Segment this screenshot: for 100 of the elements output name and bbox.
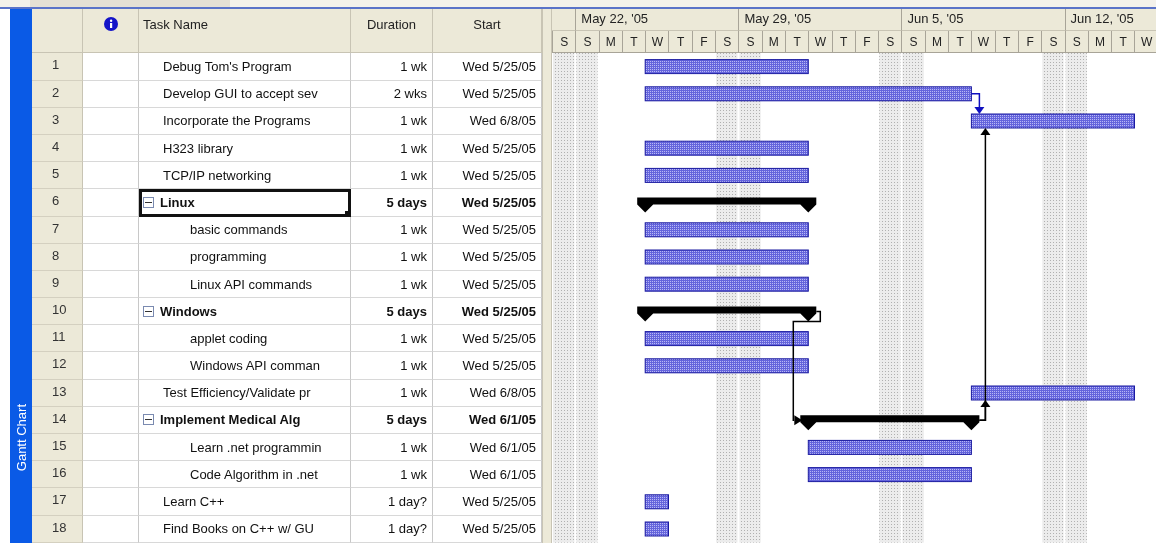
indicator-cell — [83, 406, 139, 435]
collapse-icon[interactable] — [143, 414, 154, 426]
task-name-cell[interactable]: H323 library — [139, 134, 351, 163]
duration-cell: 1 wk — [351, 134, 433, 163]
row-number[interactable]: 6 — [32, 189, 83, 217]
indicator-cell — [83, 107, 139, 135]
task-name-cell[interactable]: Learn C++ — [139, 488, 351, 516]
row-number[interactable]: 12 — [32, 352, 83, 380]
task-name-cell[interactable]: Code Algorithm in .net — [139, 461, 351, 489]
task-name-cell[interactable]: Test Efficiency/Validate pr — [139, 379, 351, 407]
row-number[interactable]: 4 — [32, 134, 83, 163]
column-header[interactable]: Start — [433, 9, 542, 54]
indicator-cell — [83, 243, 139, 271]
task-bar[interactable] — [644, 331, 809, 347]
indicators-header[interactable] — [83, 9, 139, 54]
duration-cell: 2 wks — [351, 80, 433, 108]
row-number[interactable]: 7 — [32, 216, 83, 244]
task-bar[interactable] — [644, 277, 809, 293]
column-header[interactable]: Task Name — [139, 9, 351, 54]
indicator-cell — [83, 434, 139, 462]
summary-bar[interactable] — [637, 306, 817, 322]
duration-cell: 1 wk — [351, 352, 433, 380]
day-label: W — [1134, 31, 1156, 54]
summary-bar[interactable] — [637, 198, 817, 213]
duration-cell: 1 wk — [351, 107, 433, 135]
task-bar[interactable] — [644, 494, 669, 510]
row-number[interactable]: 11 — [32, 325, 83, 353]
task-name-cell[interactable]: Linux — [139, 189, 351, 217]
indicator-cell — [83, 488, 139, 516]
indicator-cell — [83, 216, 139, 244]
day-label: S — [901, 31, 925, 54]
task-name-cell[interactable]: TCP/IP networking — [139, 162, 351, 190]
day-label: T — [784, 31, 809, 54]
indicator-cell — [83, 515, 139, 543]
row-number[interactable]: 3 — [32, 107, 83, 135]
task-name-cell[interactable]: programming — [139, 243, 351, 271]
duration-cell: 5 days — [351, 298, 433, 326]
indicator-cell — [83, 298, 139, 326]
view-bar[interactable]: Gantt Chart — [10, 9, 32, 543]
day-label: S — [552, 31, 576, 54]
row-number[interactable]: 15 — [32, 434, 83, 462]
task-name-cell[interactable]: Windows API comman — [139, 352, 351, 380]
row-number[interactable]: 9 — [32, 270, 83, 299]
day-label: S — [575, 31, 599, 54]
week-label: Jun 5, '05 — [901, 9, 1065, 32]
task-name-cell[interactable]: Learn .net programmin — [139, 434, 351, 462]
row-number[interactable]: 2 — [32, 80, 83, 108]
row-number[interactable]: 10 — [32, 298, 83, 326]
indicator-cell — [83, 189, 139, 217]
row-number[interactable]: 16 — [32, 461, 83, 489]
task-name-cell[interactable]: Incorporate the Programs — [139, 107, 351, 135]
duration-cell: 1 wk — [351, 461, 433, 489]
day-label: S — [715, 31, 739, 54]
task-name-cell[interactable]: applet coding — [139, 325, 351, 353]
task-name-cell[interactable]: Windows — [139, 298, 351, 326]
day-label: S — [738, 31, 762, 54]
row-number[interactable]: 14 — [32, 406, 83, 435]
day-label: S — [1064, 31, 1088, 54]
row-number[interactable]: 18 — [32, 515, 83, 543]
day-label: M — [1087, 31, 1112, 54]
task-name-cell[interactable]: Implement Medical Alg — [139, 406, 351, 435]
duration-cell: 1 wk — [351, 243, 433, 271]
day-label: F — [854, 31, 879, 54]
row-number[interactable]: 8 — [32, 243, 83, 271]
view-label: Gantt Chart — [13, 403, 29, 471]
task-bar[interactable] — [644, 59, 809, 75]
task-bar[interactable] — [807, 440, 972, 456]
row-number[interactable]: 13 — [32, 379, 83, 407]
task-bar[interactable] — [807, 467, 972, 483]
day-label: F — [1017, 31, 1042, 54]
task-bar[interactable] — [644, 141, 809, 157]
collapse-icon[interactable] — [143, 196, 154, 208]
task-name-cell[interactable]: basic commands — [139, 216, 351, 244]
task-name-cell[interactable]: Debug Tom's Program — [139, 53, 351, 81]
day-label: F — [691, 31, 716, 54]
day-label: W — [808, 31, 832, 54]
indicator-cell — [83, 352, 139, 380]
row-number[interactable]: 5 — [32, 162, 83, 190]
task-bar[interactable] — [644, 521, 669, 537]
task-name-cell[interactable]: Develop GUI to accept sev — [139, 80, 351, 108]
duration-cell: 1 wk — [351, 53, 433, 81]
indicator-cell — [83, 162, 139, 190]
duration-cell: 1 wk — [351, 434, 433, 462]
week-label: May 22, '05 — [575, 9, 739, 32]
row-number[interactable]: 17 — [32, 488, 83, 516]
task-bar[interactable] — [644, 86, 972, 102]
duration-cell: 1 day? — [351, 488, 433, 516]
indicator-cell — [83, 80, 139, 108]
collapse-icon[interactable] — [143, 305, 154, 317]
task-bar[interactable] — [644, 222, 809, 238]
duration-cell: 1 day? — [351, 515, 433, 543]
link-arrow — [970, 93, 985, 115]
fill-handle[interactable] — [345, 210, 350, 216]
day-label: W — [971, 31, 995, 54]
task-name-cell[interactable]: Linux API commands — [139, 270, 351, 299]
task-bar[interactable] — [644, 358, 809, 374]
task-name-cell[interactable]: Find Books on C++ w/ GU — [139, 515, 351, 543]
column-header[interactable]: Duration — [351, 9, 433, 54]
task-bar[interactable] — [644, 168, 809, 184]
row-number[interactable]: 1 — [32, 53, 83, 81]
